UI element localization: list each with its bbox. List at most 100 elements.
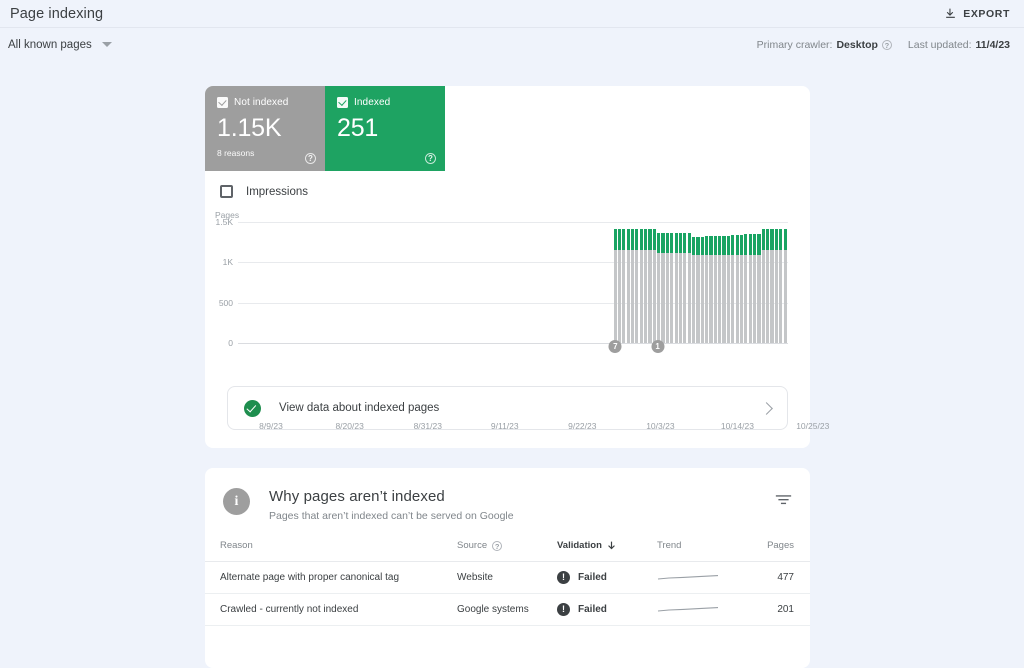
summary-tile-not-indexed[interactable]: Not indexed 1.15K 8 reasons ? [205,86,325,171]
why-not-indexed-card: i Why pages aren’t indexed Pages that ar… [205,468,810,668]
bar-segment-indexed [779,228,783,251]
view-indexed-pages-label: View data about indexed pages [279,402,440,414]
bar-segment-not-indexed [635,250,639,343]
bar-segment-not-indexed [657,252,661,343]
bar-segment-indexed [622,229,626,251]
sparkline-flat [657,574,719,580]
column-header-validation[interactable]: Validation [557,540,657,562]
checkbox-checked-icon[interactable] [337,97,348,108]
bar-segment-not-indexed [670,252,674,343]
chart-annotation-marker[interactable]: 7 [608,340,622,353]
bar-segment-not-indexed [617,250,622,343]
bar-segment-not-indexed [622,250,626,343]
sparkline-flat [657,606,719,612]
bar-segment-indexed [761,228,765,251]
bar-segment-not-indexed [774,250,778,343]
bar-segment-not-indexed [744,255,748,343]
error-icon: ! [557,603,570,616]
bar-segment-indexed [713,236,717,256]
bar-segment-not-indexed [700,255,704,343]
filter-icon[interactable] [775,493,792,506]
bar-segment-indexed [639,229,643,251]
chevron-right-icon [760,401,773,415]
y-axis-tick-label: 0 [228,338,233,348]
column-header-trend-label: Trend [657,540,682,551]
summary-tile-indexed[interactable]: Indexed 251 ? [325,86,445,171]
primary-crawler-value: Desktop [836,38,878,51]
help-icon[interactable]: ? [425,153,436,164]
bar-segment-indexed [770,228,774,251]
tile-label: Indexed [354,97,391,108]
column-header-trend[interactable]: Trend [657,540,747,562]
bar-segment-indexed [652,229,656,251]
tile-value: 251 [337,114,379,142]
bar-segment-indexed [635,229,639,251]
bar-segment-not-indexed [770,250,774,343]
table-row[interactable]: Alternate page with proper canonical tag… [205,561,810,594]
y-axis-tick-label: 1.5K [215,217,234,227]
export-button[interactable]: EXPORT [944,7,1010,20]
summary-tiles: Not indexed 1.15K 8 reasons ? Indexed 25… [205,86,810,171]
help-icon[interactable]: ? [881,39,892,50]
bar-segment-indexed [626,229,630,251]
bar-segment-not-indexed [626,250,630,343]
bar-segment-indexed [718,236,722,256]
view-indexed-pages-row[interactable]: View data about indexed pages [227,386,788,430]
column-header-reason[interactable]: Reason [205,540,457,562]
bar-segment-not-indexed [648,250,652,343]
bar-segment-indexed [687,233,691,253]
bar-segment-indexed [753,234,757,256]
column-header-pages[interactable]: Pages [747,540,810,562]
primary-crawler-info: Primary crawler: Desktop ? [757,39,892,51]
bar-segment-indexed [739,234,744,256]
tile-value: 1.15K [217,114,282,142]
reasons-title: Why pages aren’t indexed [269,488,445,505]
chart-annotation-marker[interactable]: 1 [651,340,665,353]
bar-segment-indexed [665,233,669,253]
reasons-table: Reason Source ? Validation Trend Pages A… [205,540,810,626]
bar-segment-not-indexed [783,250,787,343]
column-header-source[interactable]: Source ? [457,540,557,562]
bar-segment-indexed [683,233,687,253]
bar-segment-not-indexed [735,255,739,343]
bar-segment-indexed [678,233,683,253]
check-circle-icon [244,399,261,417]
bar-segment-indexed [731,235,735,256]
bar-segment-not-indexed [753,255,757,343]
bar-segment-not-indexed [661,252,665,343]
scope-dropdown[interactable]: All known pages [8,39,112,51]
bar-segment-not-indexed [766,250,770,343]
last-updated-value: 11/4/23 [975,38,1010,51]
bar-segment-indexed [735,235,739,256]
bar-segment-not-indexed [691,255,696,343]
status-badge: Failed [578,604,607,615]
bar-segment-indexed [774,228,778,251]
impressions-toggle[interactable]: Impressions [220,185,810,198]
table-row[interactable]: Crawled - currently not indexed Google sy… [205,593,810,626]
column-header-reason-label: Reason [220,540,253,551]
column-header-pages-label: Pages [767,540,794,551]
bar-segment-not-indexed [739,255,744,343]
cell-pages: 477 [747,561,810,594]
cell-reason: Alternate page with proper canonical tag [205,561,457,594]
chart-bar[interactable] [783,222,787,343]
gridline [238,343,788,344]
bar-segment-indexed [670,233,674,253]
reasons-header: i Why pages aren’t indexed Pages that ar… [205,468,810,522]
bar-segment-not-indexed [687,252,691,343]
checkbox-unchecked-icon[interactable] [220,185,233,198]
bar-segment-not-indexed [761,250,765,343]
export-label: EXPORT [963,7,1010,20]
bar-segment-indexed [705,236,709,256]
chart-plot-area [238,222,788,343]
chevron-down-icon [101,42,112,47]
bar-segment-indexed [691,236,696,256]
bar-segment-indexed [657,233,661,253]
bar-segment-indexed [757,233,761,256]
bar-segment-indexed [644,229,648,251]
checkbox-checked-icon[interactable] [217,97,228,108]
help-icon[interactable]: ? [492,540,503,551]
help-icon[interactable]: ? [305,153,316,164]
scope-dropdown-label: All known pages [8,38,92,51]
bar-segment-not-indexed [652,250,656,343]
